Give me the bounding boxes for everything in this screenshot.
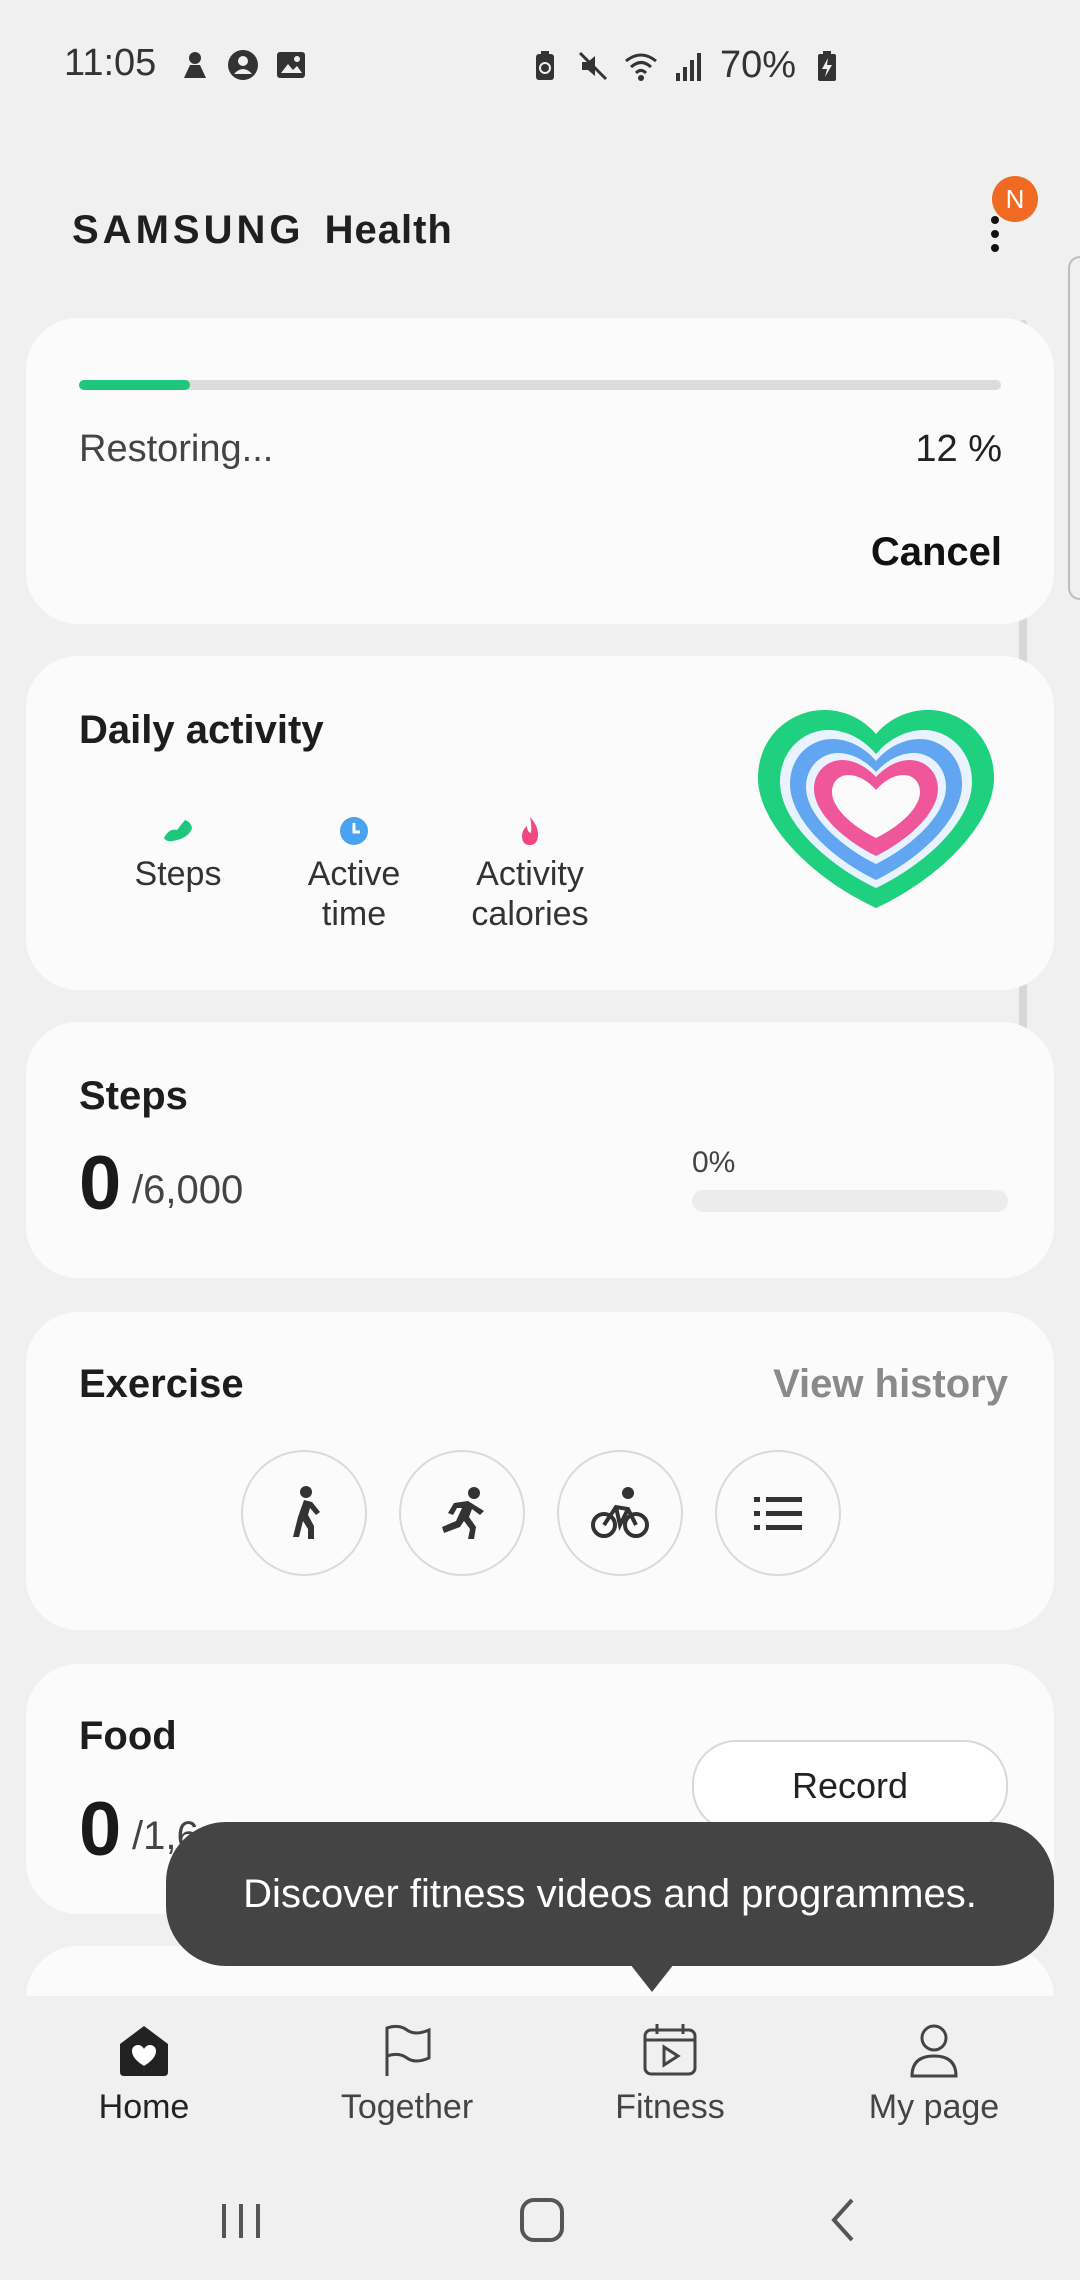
record-button[interactable]: Record <box>692 1740 1008 1832</box>
activity-heart-icon <box>758 710 994 908</box>
account-icon <box>228 50 258 80</box>
cycling-button[interactable] <box>557 1450 683 1576</box>
steps-percent: 0% <box>692 1146 736 1179</box>
view-history-link[interactable]: View history <box>773 1362 1008 1407</box>
more-dot <box>991 244 999 252</box>
nav-fitness[interactable]: Fitness <box>560 2022 780 2127</box>
wifi-icon <box>625 53 657 81</box>
system-navigation <box>0 2166 1080 2280</box>
mute-icon <box>578 51 608 80</box>
more-dot <box>991 230 999 238</box>
signal-icon <box>676 52 701 81</box>
status-icons-right: 70% <box>528 44 844 87</box>
person-icon <box>910 2024 958 2078</box>
steps-title: Steps <box>79 1074 188 1118</box>
restore-progress-fill <box>79 380 190 390</box>
calendar-play-icon <box>643 2024 697 2076</box>
daily-item-label: Activity <box>476 855 584 893</box>
more-dot <box>991 216 999 224</box>
nav-home[interactable]: Home <box>34 2022 254 2127</box>
restore-percent: 12 % <box>915 428 1002 470</box>
status-bar: 11:05 70% <box>0 0 1080 130</box>
back-icon[interactable] <box>818 2196 872 2244</box>
daily-item-steps: Steps <box>88 814 268 894</box>
daily-item-label-2: time <box>321 895 387 933</box>
notification-badge: N <box>992 176 1038 222</box>
steps-goal: /6,000 <box>132 1168 244 1212</box>
steps-card[interactable]: Steps 0 /6,000 0% <box>26 1022 1054 1278</box>
brand-health: Health <box>324 208 453 252</box>
nav-my-page-label: My page <box>868 2088 1000 2126</box>
gallery-icon <box>277 52 305 78</box>
daily-item-calories: Activity calories <box>440 814 620 934</box>
walking-icon <box>293 1486 320 1539</box>
cycling-icon <box>591 1487 649 1538</box>
list-icon <box>754 1497 802 1530</box>
steps-count: 0 <box>79 1141 122 1226</box>
running-icon <box>442 1487 484 1539</box>
cancel-button[interactable]: Cancel <box>871 530 1002 575</box>
daily-item-active-time: Active time <box>264 814 444 934</box>
daily-item-label: Active <box>307 855 401 893</box>
edge-panel-handle[interactable] <box>1068 256 1080 600</box>
brand-samsung: SAMSUNG <box>72 208 305 252</box>
tooltip-arrow <box>630 1964 674 1992</box>
exercise-list-button[interactable] <box>715 1450 841 1576</box>
restore-progress-bar <box>79 380 1001 390</box>
nav-fitness-label: Fitness <box>615 2088 725 2126</box>
daily-item-label-2: calories <box>471 895 589 933</box>
status-time: 11:05 <box>64 42 157 84</box>
clock-icon <box>340 817 368 845</box>
recent-apps-icon[interactable] <box>214 2196 268 2244</box>
home-button-icon[interactable] <box>515 2196 569 2244</box>
app-notification-icon <box>184 52 206 78</box>
shoe-icon <box>164 820 192 842</box>
daily-activity-card[interactable]: Daily activity Steps Active time Activit… <box>26 656 1054 990</box>
walking-button[interactable] <box>241 1450 367 1576</box>
restore-status-text: Restoring... <box>79 428 274 470</box>
food-title: Food <box>79 1714 177 1758</box>
app-logo: SAMSUNG Health <box>72 208 453 253</box>
battery-saver-icon <box>536 50 554 80</box>
flag-icon <box>385 2024 431 2076</box>
running-button[interactable] <box>399 1450 525 1576</box>
exercise-card[interactable]: Exercise View history <box>26 1312 1054 1630</box>
food-count: 0 <box>79 1787 122 1872</box>
fitness-tooltip[interactable]: Discover fitness videos and programmes. <box>166 1822 1054 1966</box>
nav-together[interactable]: Together <box>297 2022 517 2127</box>
steps-progress-bar <box>692 1190 1008 1212</box>
battery-icon <box>818 50 837 81</box>
nav-home-label: Home <box>98 2088 190 2126</box>
daily-item-label: Steps <box>134 855 222 893</box>
nav-my-page[interactable]: My page <box>824 2022 1044 2127</box>
battery-percent: 70% <box>720 44 797 86</box>
restore-card: Restoring... 12 % Cancel <box>26 318 1054 624</box>
flame-icon <box>522 817 539 845</box>
exercise-title: Exercise <box>79 1362 244 1406</box>
bottom-navigation: Home Together Fitness My page <box>0 1996 1080 2166</box>
home-icon <box>120 2026 168 2076</box>
nav-together-label: Together <box>340 2088 474 2126</box>
status-icons-left <box>178 48 308 82</box>
daily-activity-title: Daily activity <box>79 708 324 752</box>
